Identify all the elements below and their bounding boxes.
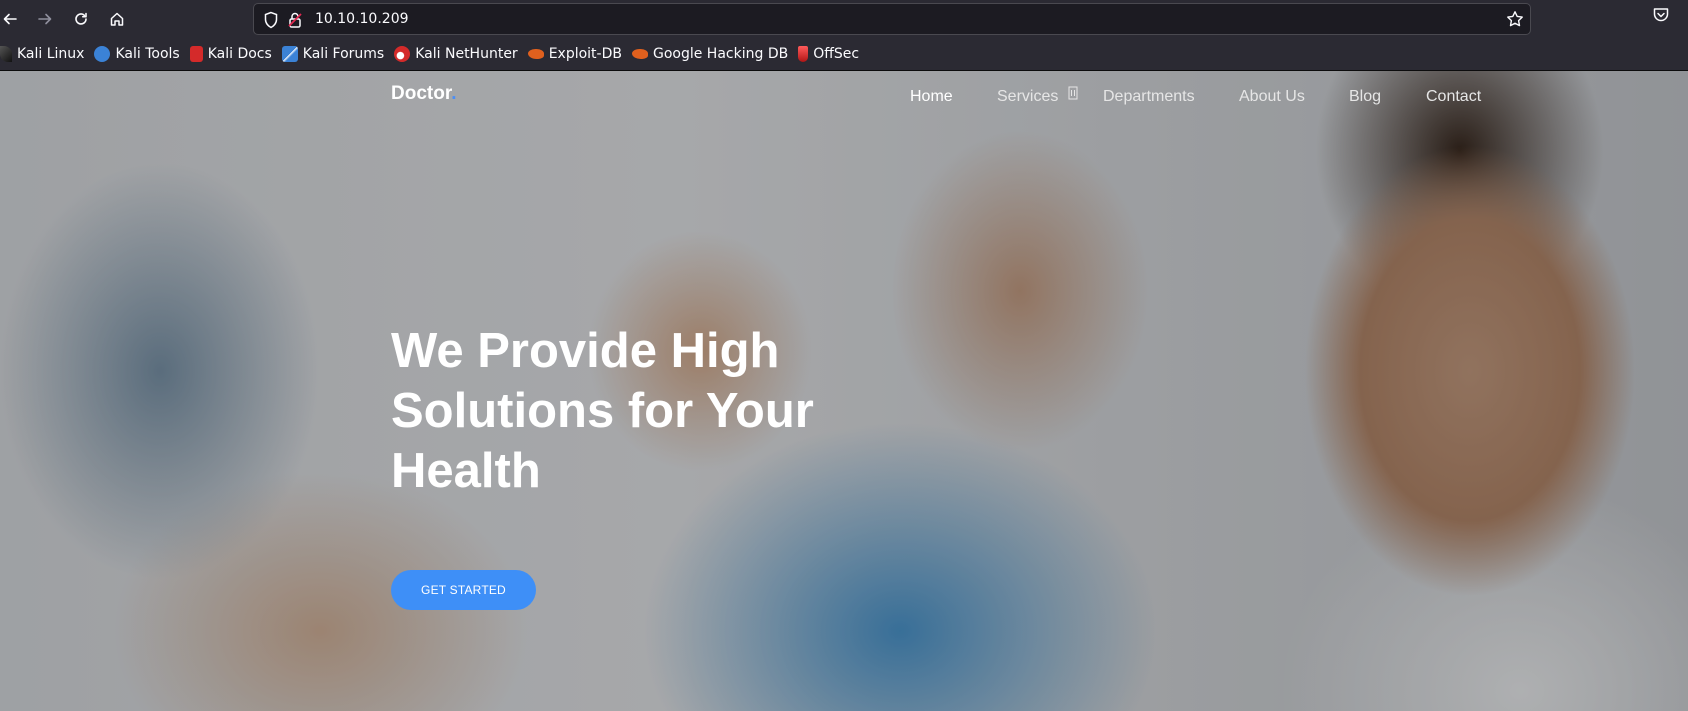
- bookmark-label: Kali NetHunter: [415, 45, 518, 62]
- hero-headline-line-3: Health: [391, 444, 541, 498]
- bookmark-kali-linux[interactable]: Kali Linux: [0, 42, 84, 66]
- bookmark-label: OffSec: [813, 45, 860, 62]
- bookmark-kali-docs[interactable]: Kali Docs: [189, 42, 272, 66]
- nav-home[interactable]: Home: [910, 88, 953, 106]
- kali-tools-icon: [94, 45, 111, 62]
- hero-headline-line-1: We Provide High: [391, 324, 780, 378]
- bookmark-kali-forums[interactable]: Kali Forums: [281, 42, 385, 66]
- insecure-lock-icon[interactable]: [288, 11, 302, 29]
- bookmark-label: Exploit-DB: [548, 45, 622, 62]
- url-bar[interactable]: 10.10.10.209: [253, 3, 1531, 35]
- nav-about-us[interactable]: About Us: [1239, 88, 1305, 106]
- pocket-icon[interactable]: [1652, 6, 1670, 24]
- hero-headline: We Provide High Solutions for Your Healt…: [391, 321, 911, 501]
- kali-docs-icon: [189, 45, 203, 62]
- bookmark-label: Kali Linux: [17, 45, 85, 62]
- nav-blog[interactable]: Blog: [1349, 88, 1381, 106]
- nav-departments[interactable]: Departments: [1103, 88, 1195, 106]
- get-started-button[interactable]: GET STARTED: [391, 570, 536, 610]
- home-button[interactable]: [104, 6, 130, 32]
- exploit-db-icon: [527, 48, 544, 59]
- bookmark-label: Kali Tools: [115, 45, 180, 62]
- kali-forums-icon: [281, 45, 298, 62]
- back-button[interactable]: [0, 6, 23, 32]
- kali-dragon-icon: [0, 45, 12, 62]
- bookmark-offsec[interactable]: OffSec: [798, 42, 859, 66]
- page-viewport: Doctor. Home Services Departments About …: [0, 71, 1688, 711]
- reload-button[interactable]: [68, 6, 94, 32]
- home-icon: [110, 12, 124, 26]
- bookmark-kali-nethunter[interactable]: Kali NetHunter: [394, 42, 518, 66]
- browser-toolbar: 10.10.10.209: [0, 0, 1688, 37]
- nav-contact[interactable]: Contact: [1426, 88, 1481, 106]
- forward-arrow-icon: [38, 13, 52, 25]
- kali-nethunter-icon: [394, 45, 411, 62]
- bookmark-label: Kali Forums: [302, 45, 385, 62]
- nav-services[interactable]: Services: [997, 86, 1078, 106]
- bookmark-label: Google Hacking DB: [652, 45, 789, 62]
- offsec-icon: [798, 45, 809, 62]
- ghdb-icon: [631, 48, 648, 59]
- bookmark-google-hacking-db[interactable]: Google Hacking DB: [631, 42, 789, 66]
- bookmark-star-icon[interactable]: [1506, 10, 1524, 28]
- main-nav: Home Services Departments About Us Blog …: [0, 86, 1688, 112]
- bookmark-exploit-db[interactable]: Exploit-DB: [527, 42, 622, 66]
- dropdown-indicator-icon: [1068, 86, 1078, 100]
- back-arrow-icon: [3, 13, 17, 25]
- hero-headline-line-2: Solutions for Your: [391, 384, 814, 438]
- bookmark-kali-tools[interactable]: Kali Tools: [94, 42, 180, 66]
- tracking-protection-shield-icon[interactable]: [263, 11, 279, 29]
- nav-services-label: Services: [997, 88, 1059, 105]
- url-text[interactable]: 10.10.10.209: [315, 11, 409, 27]
- reload-icon: [75, 12, 87, 25]
- bookmark-label: Kali Docs: [207, 45, 272, 62]
- bookmarks-toolbar: Kali Linux Kali Tools Kali Docs Kali For…: [0, 37, 1688, 71]
- forward-button[interactable]: [32, 6, 58, 32]
